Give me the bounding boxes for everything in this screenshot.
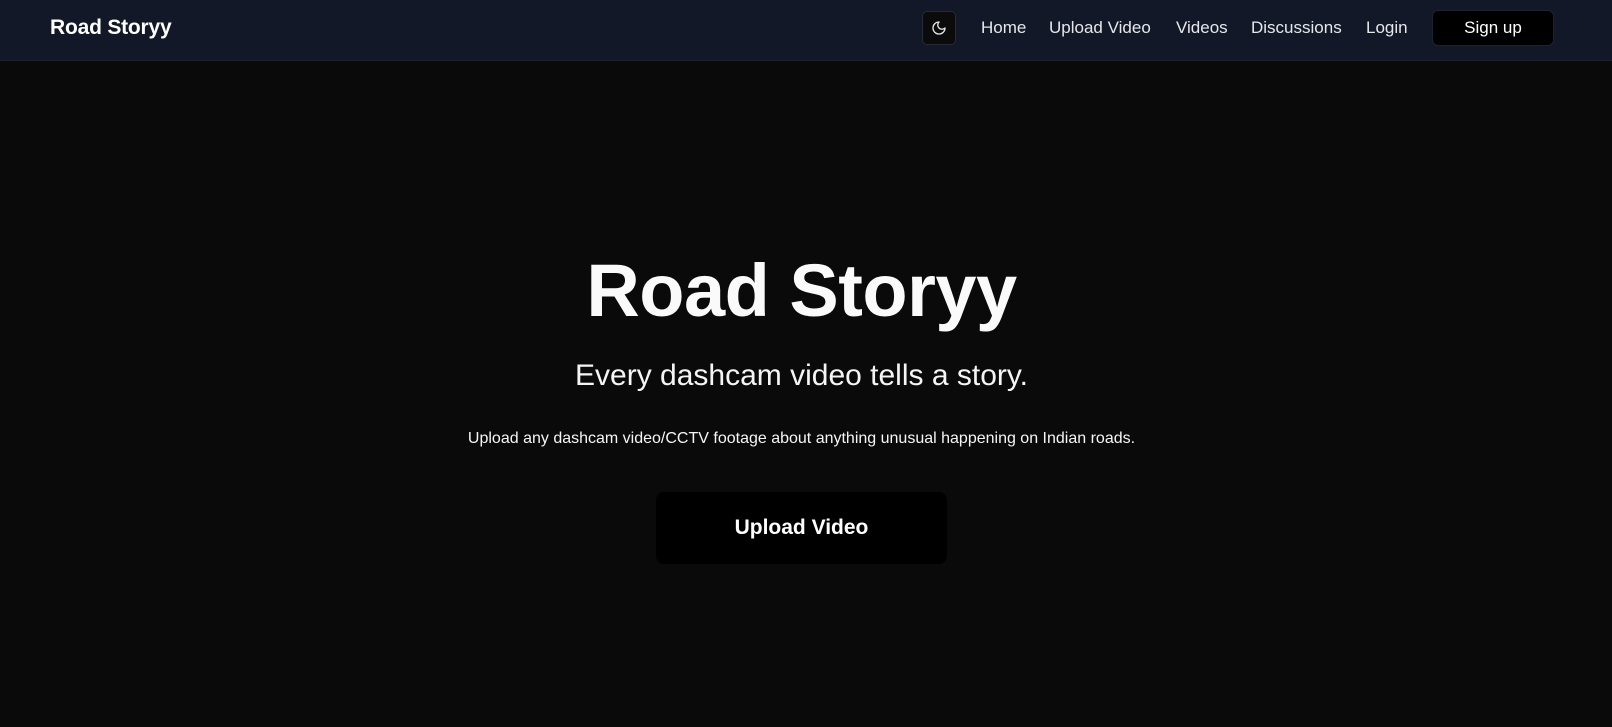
nav-link-home[interactable]: Home — [981, 17, 1026, 39]
hero-subtitle: Every dashcam video tells a story. — [575, 359, 1028, 392]
theme-toggle-button[interactable] — [922, 11, 956, 45]
nav-link-login[interactable]: Login — [1366, 17, 1408, 39]
hero-title: Road Storyy — [586, 249, 1017, 332]
signup-button[interactable]: Sign up — [1432, 10, 1554, 46]
nav-link-upload-video[interactable]: Upload Video — [1049, 17, 1151, 39]
moon-icon — [931, 20, 947, 36]
top-navbar: Road Storyy Home Upload Video Videos Dis… — [0, 0, 1612, 61]
nav-link-videos[interactable]: Videos — [1176, 17, 1228, 39]
brand-logo-text[interactable]: Road Storyy — [50, 14, 172, 42]
upload-video-button[interactable]: Upload Video — [656, 492, 947, 564]
nav-link-discussions[interactable]: Discussions — [1251, 17, 1342, 39]
hero-description: Upload any dashcam video/CCTV footage ab… — [467, 430, 1136, 447]
